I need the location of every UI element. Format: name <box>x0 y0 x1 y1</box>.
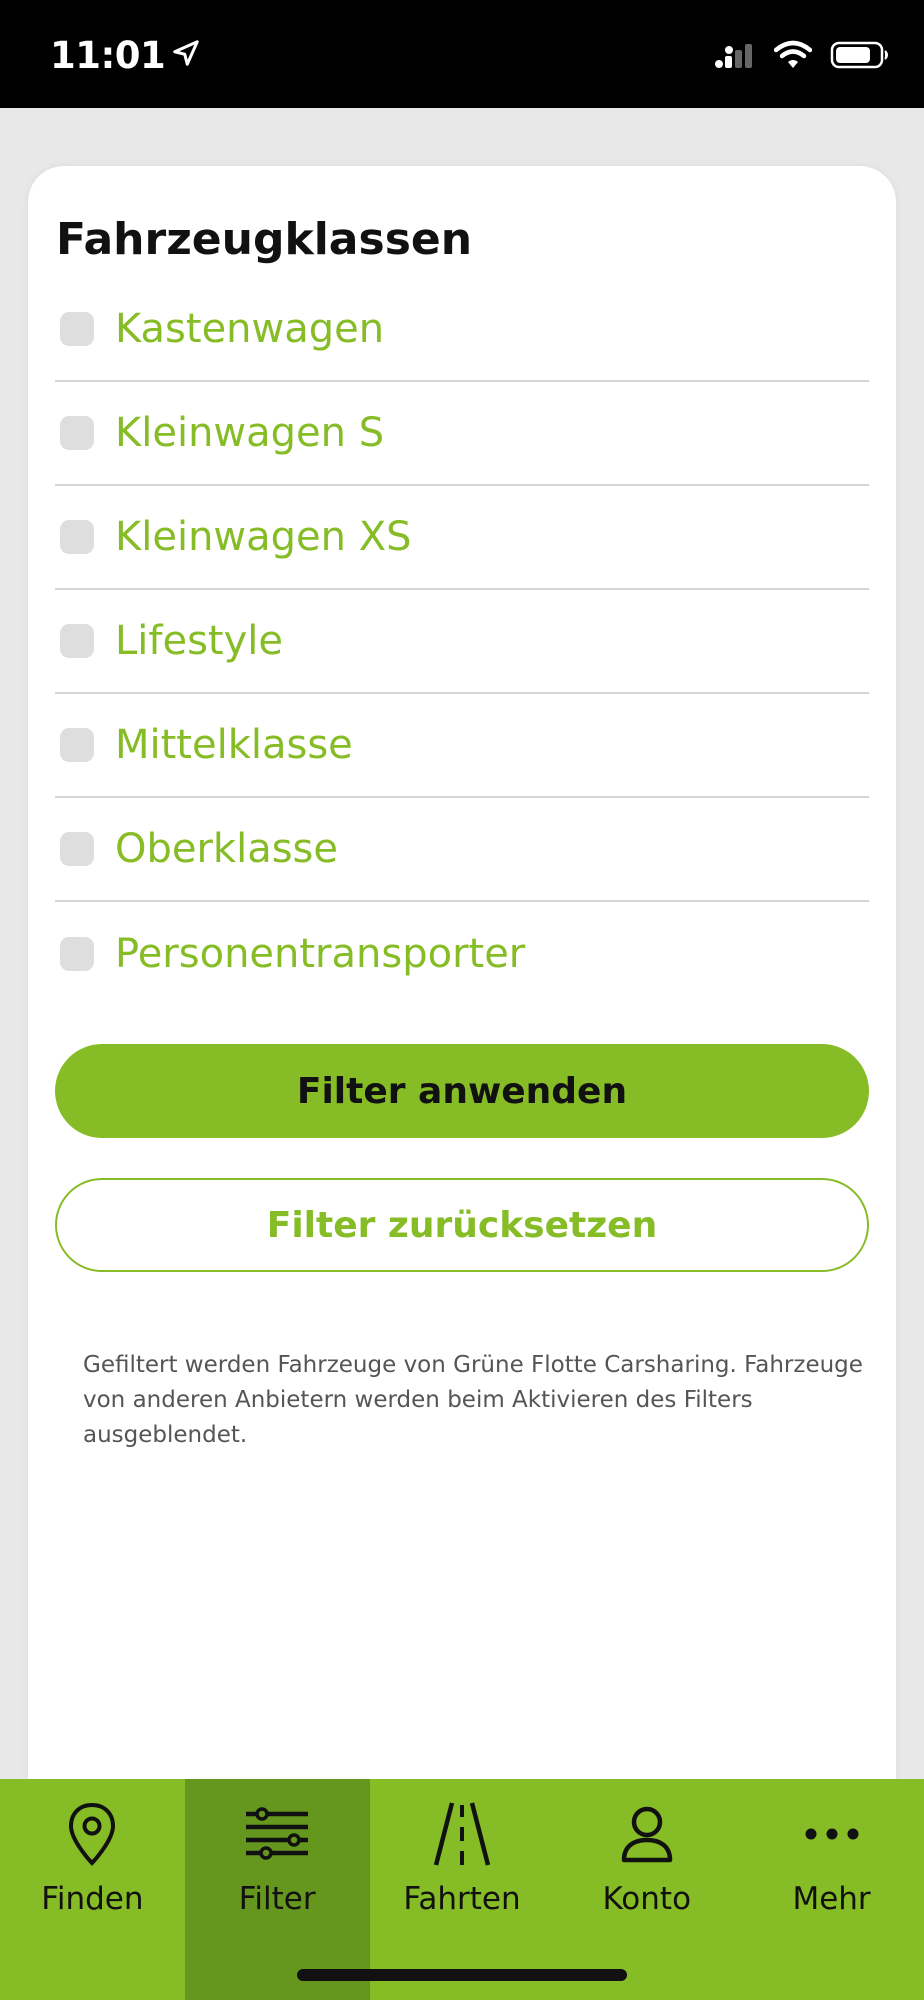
tab-konto[interactable]: Konto <box>554 1779 739 2000</box>
checkbox[interactable] <box>60 520 94 554</box>
checkbox[interactable] <box>60 832 94 866</box>
tab-filter[interactable]: Filter <box>184 1779 370 2000</box>
tab-label: Konto <box>602 1881 692 1917</box>
tab-mehr[interactable]: Mehr <box>739 1779 924 2000</box>
vehicle-class-item[interactable]: Mittelklasse <box>55 694 869 798</box>
tab-label: Fahrten <box>403 1881 521 1917</box>
apply-filter-button[interactable]: Filter anwenden <box>55 1044 869 1138</box>
vehicle-class-label: Kleinwagen XS <box>115 514 412 560</box>
vehicle-class-item[interactable]: Kleinwagen XS <box>55 486 869 590</box>
checkbox[interactable] <box>60 624 94 658</box>
tab-label: Finden <box>41 1881 144 1917</box>
filter-footnote: Gefiltert werden Fahrzeuge von Grüne Flo… <box>83 1352 863 1448</box>
tab-fahrten[interactable]: Fahrten <box>370 1779 555 2000</box>
status-time-text: 11:01 <box>50 34 166 77</box>
vehicle-class-label: Mittelklasse <box>115 722 353 768</box>
checkbox[interactable] <box>60 416 94 450</box>
vehicle-class-item[interactable]: Personentransporter <box>55 902 869 1006</box>
vehicle-class-list: Kastenwagen Kleinwagen S Kleinwagen XS L… <box>55 278 869 1006</box>
vehicle-class-item[interactable]: Kleinwagen S <box>55 382 869 486</box>
vehicle-class-label: Oberklasse <box>115 826 339 872</box>
more-dots-icon <box>792 1799 872 1869</box>
vehicle-class-label: Kastenwagen <box>115 306 385 352</box>
vehicle-class-item[interactable]: Lifestyle <box>55 590 869 694</box>
wifi-icon <box>773 40 813 74</box>
status-icons <box>714 40 890 74</box>
location-arrow-icon <box>171 34 201 77</box>
home-indicator <box>297 1969 627 1981</box>
reset-filter-button[interactable]: Filter zurücksetzen <box>55 1178 869 1272</box>
vehicle-class-item[interactable]: Oberklasse <box>55 798 869 902</box>
road-icon <box>422 1799 502 1869</box>
vehicle-class-label: Kleinwagen S <box>115 410 385 456</box>
user-icon <box>607 1799 687 1869</box>
checkbox[interactable] <box>60 937 94 971</box>
status-bar: 11:01 <box>0 0 924 108</box>
vehicle-class-item[interactable]: Kastenwagen <box>55 278 869 382</box>
tab-label: Filter <box>238 1881 316 1917</box>
status-time: 11:01 <box>50 34 201 77</box>
checkbox[interactable] <box>60 728 94 762</box>
checkbox[interactable] <box>60 312 94 346</box>
vehicle-class-label: Personentransporter <box>115 931 526 977</box>
vehicle-class-label: Lifestyle <box>115 618 284 664</box>
sheet-title: Fahrzeugklassen <box>56 214 473 265</box>
battery-icon <box>830 40 890 74</box>
tab-label: Mehr <box>792 1881 871 1917</box>
sliders-icon <box>237 1799 317 1869</box>
tab-finden[interactable]: Finden <box>0 1779 185 2000</box>
filter-sheet: Fahrzeugklassen Kastenwagen Kleinwagen S… <box>28 166 896 1800</box>
cellular-signal-icon <box>714 40 756 74</box>
tab-bar: Finden Filter Fahrten Konto Mehr <box>0 1779 924 2000</box>
map-pin-icon <box>52 1799 132 1869</box>
